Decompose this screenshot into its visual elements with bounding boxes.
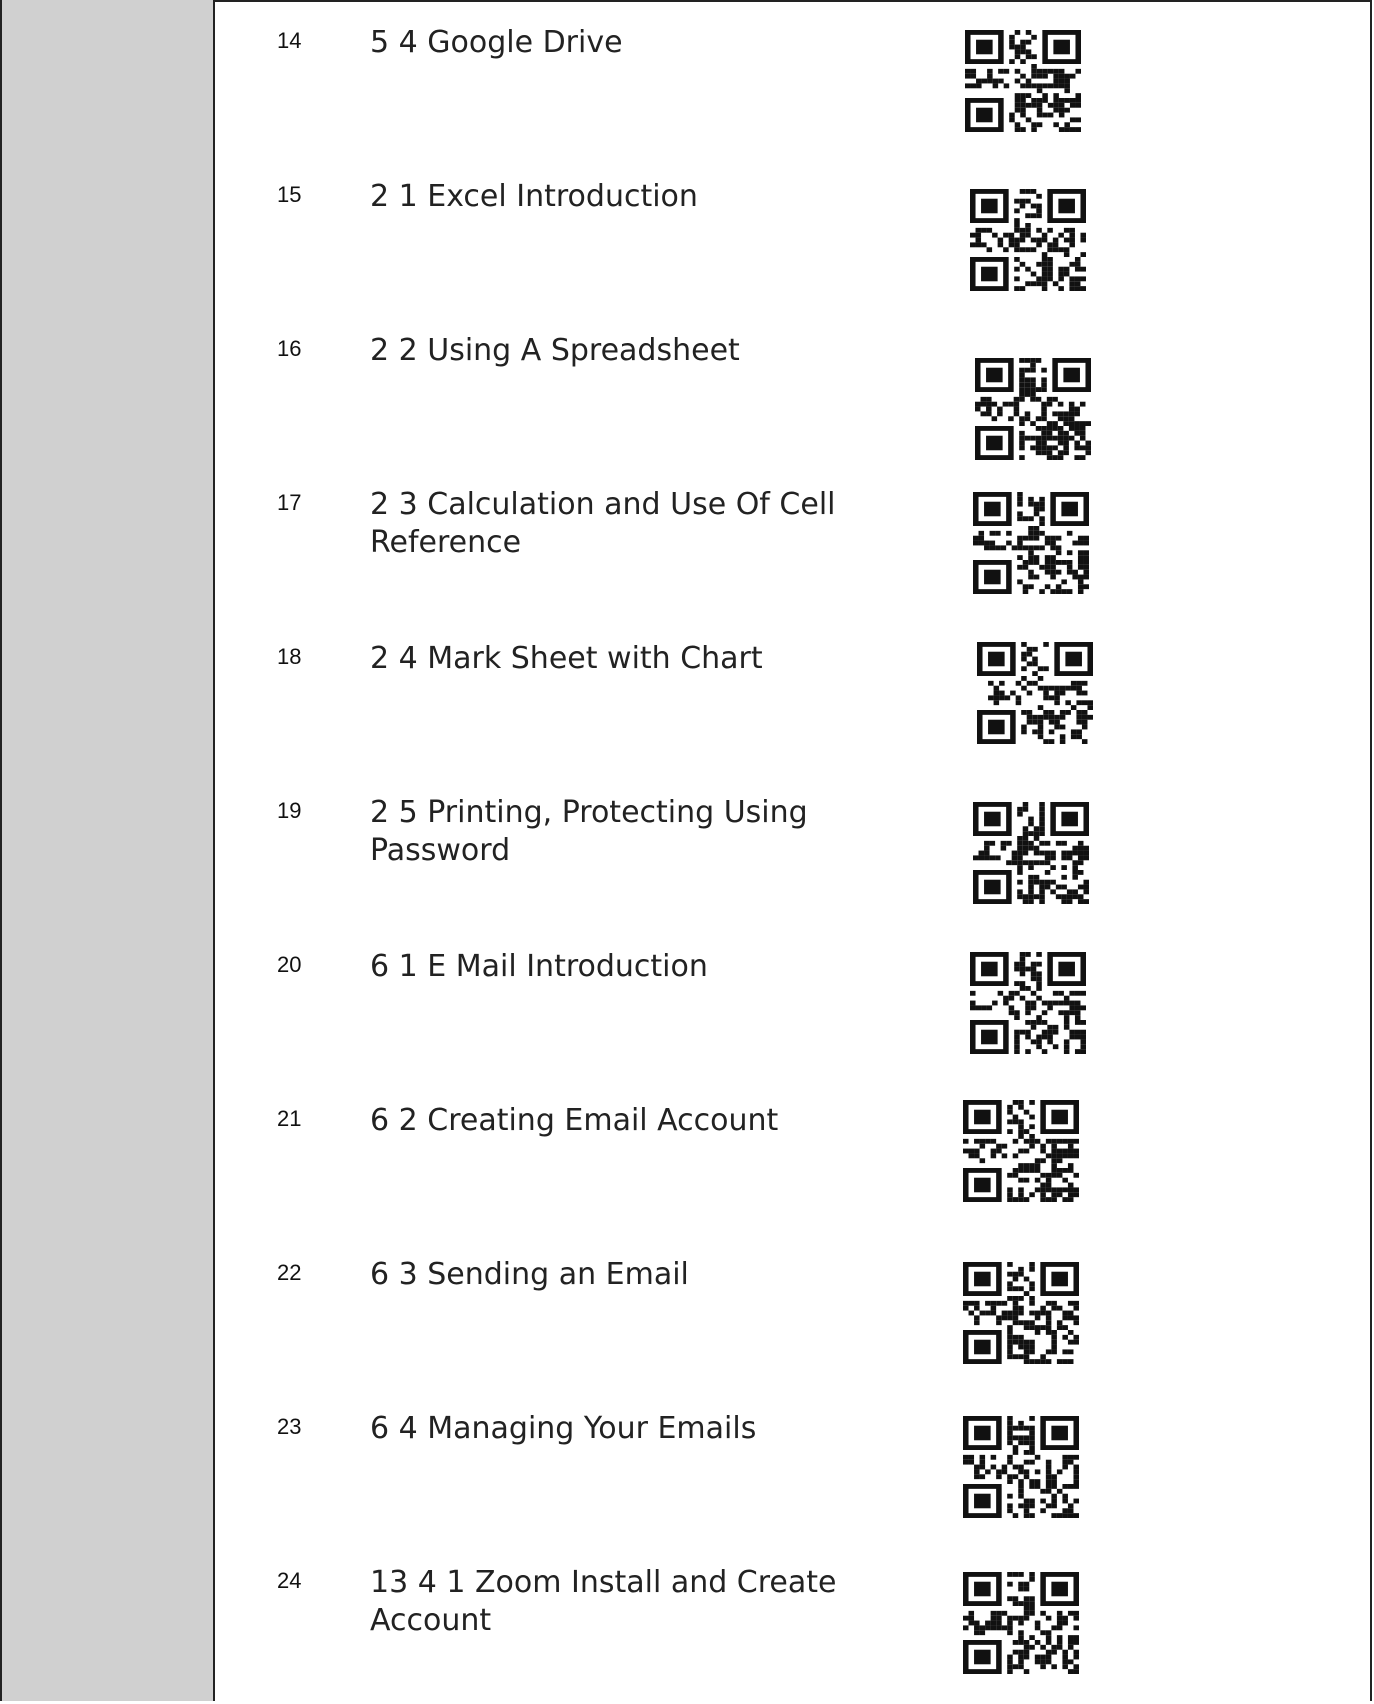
- video-title: 13 4 1 Zoom Install and Create Account: [370, 1565, 837, 1638]
- row-number: 17: [277, 490, 302, 515]
- qr-code-icon[interactable]: [963, 1262, 1079, 1364]
- table-row: 15 2 1 Excel Introduction: [215, 164, 1370, 318]
- table-row: 18 2 4 Mark Sheet with Chart: [215, 626, 1370, 780]
- video-title: 2 3 Calculation and Use Of Cell Referenc…: [370, 487, 836, 560]
- row-number: 16: [277, 336, 302, 361]
- row-number: 24: [277, 1568, 302, 1593]
- row-number: 23: [277, 1414, 302, 1439]
- video-title: 2 2 Using A Spreadsheet: [370, 333, 740, 368]
- qr-code-icon[interactable]: [973, 492, 1089, 594]
- video-title: 2 4 Mark Sheet with Chart: [370, 641, 763, 676]
- qr-code-icon[interactable]: [970, 189, 1086, 291]
- qr-code-icon[interactable]: [965, 30, 1081, 132]
- table-row: 19 2 5 Printing, Protecting Using Passwo…: [215, 780, 1370, 934]
- qr-code-icon[interactable]: [975, 358, 1091, 460]
- qr-code-icon[interactable]: [973, 802, 1089, 904]
- qr-code-icon[interactable]: [963, 1572, 1079, 1674]
- table-row: 14 5 4 Google Drive: [215, 10, 1370, 164]
- table-row: 16 2 2 Using A Spreadsheet: [215, 318, 1370, 472]
- table-row: 24 13 4 1 Zoom Install and Create Accoun…: [215, 1550, 1370, 1704]
- table-row: 23 6 4 Managing Your Emails: [215, 1396, 1370, 1550]
- row-number: 21: [277, 1106, 302, 1131]
- row-number: 14: [277, 28, 302, 53]
- page: 14 5 4 Google Drive 15 2 1 Excel Introdu…: [0, 0, 1374, 1701]
- row-number: 19: [277, 798, 302, 823]
- video-title: 6 3 Sending an Email: [370, 1257, 689, 1292]
- sidebar-column: [0, 0, 215, 1701]
- video-title: 6 4 Managing Your Emails: [370, 1411, 757, 1446]
- row-number: 20: [277, 952, 302, 977]
- qr-code-icon[interactable]: [970, 952, 1086, 1054]
- table-row: 20 6 1 E Mail Introduction: [215, 934, 1370, 1088]
- video-title: 6 1 E Mail Introduction: [370, 949, 708, 984]
- table-row: 22 6 3 Sending an Email: [215, 1242, 1370, 1396]
- row-number: 22: [277, 1260, 302, 1285]
- qr-code-icon[interactable]: [977, 642, 1093, 744]
- row-number: 18: [277, 644, 302, 669]
- qr-code-icon[interactable]: [963, 1416, 1079, 1518]
- video-title: 5 4 Google Drive: [370, 25, 623, 60]
- row-number: 15: [277, 182, 302, 207]
- video-title: 2 1 Excel Introduction: [370, 179, 698, 214]
- table-row: 21 6 2 Creating Email Account: [215, 1088, 1370, 1242]
- video-title: 2 5 Printing, Protecting Using Password: [370, 795, 808, 868]
- table-row: 17 2 3 Calculation and Use Of Cell Refer…: [215, 472, 1370, 626]
- video-title: 6 2 Creating Email Account: [370, 1103, 779, 1138]
- qr-code-icon[interactable]: [963, 1100, 1079, 1202]
